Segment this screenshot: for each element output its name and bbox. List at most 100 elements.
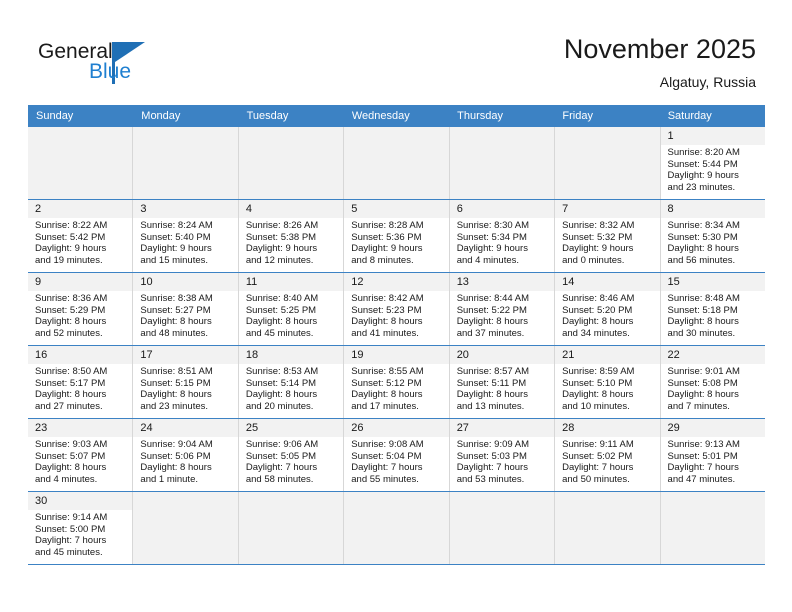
day-sunrise-text: Sunrise: 8:32 AM — [562, 220, 635, 231]
day-sun-info: Sunrise: 8:20 AM Sunset: 5:44 PM Daylight:… — [661, 145, 765, 196]
calendar-day-cell[interactable]: 5 Sunrise: 8:28 AM Sunset: 5:36 PM Daylight… — [344, 200, 450, 272]
calendar-day-cell[interactable]: 28 Sunrise: 9:11 AM Sunset: 5:02 PM Dayligh… — [555, 419, 661, 491]
calendar-day-cell[interactable]: 27 Sunrise: 9:09 AM Sunset: 5:03 PM Dayligh… — [449, 419, 556, 491]
day-number: 18 — [238, 346, 344, 364]
calendar-day-cell[interactable]: 10 Sunrise: 8:38 AM Sunset: 5:27 PM Dayligh… — [133, 273, 239, 345]
day-sun-info: Sunrise: 8:32 AM Sunset: 5:32 PM Daylight:… — [555, 218, 659, 269]
calendar-day-cell[interactable]: 22 Sunrise: 9:01 AM Sunset: 5:08 PM Dayligh… — [660, 346, 765, 418]
calendar-day-cell[interactable]: 13 Sunrise: 8:44 AM Sunset: 5:22 PM Dayligh… — [449, 273, 556, 345]
day-sun-info: Sunrise: 8:22 AM Sunset: 5:42 PM Daylight:… — [28, 218, 132, 269]
day-sun-info: Sunrise: 9:01 AM Sunset: 5:08 PM Daylight:… — [661, 364, 765, 415]
day-sun-info: Sunrise: 9:08 AM Sunset: 5:04 PM Daylight:… — [344, 437, 448, 488]
day-sunset-text: Sunset: 5:25 PM — [245, 304, 317, 316]
day-number: 25 — [238, 419, 344, 437]
day-sunrise-text: Sunrise: 8:24 AM — [140, 220, 213, 231]
day-number: 14 — [555, 273, 660, 291]
day-sunset-text: Sunset: 5:30 PM — [667, 231, 738, 243]
day-sunrise-text: Sunrise: 8:40 AM — [245, 293, 319, 304]
day-daylight1-text: Daylight: 8 hours — [35, 389, 107, 401]
day-daylight2-text: and 1 minute. — [140, 473, 198, 485]
day-daylight2-text: and 23 minutes. — [667, 181, 736, 193]
calendar-day-cell[interactable]: 7 Sunrise: 8:32 AM Sunset: 5:32 PM Daylight… — [555, 200, 661, 272]
calendar-day-cell[interactable]: 29 Sunrise: 9:13 AM Sunset: 5:01 PM Dayligh… — [660, 419, 765, 491]
day-sunrise-text: Sunrise: 8:53 AM — [245, 366, 319, 377]
day-daylight2-text: and 50 minutes. — [562, 473, 630, 485]
generalblue-logo[interactable]: General Blue — [38, 41, 218, 89]
day-daylight2-text: and 53 minutes. — [456, 473, 525, 485]
day-number: 28 — [555, 419, 660, 437]
calendar-day-cell[interactable]: 11 Sunrise: 8:40 AM Sunset: 5:25 PM Dayligh… — [238, 273, 345, 345]
day-number: 15 — [660, 273, 765, 291]
calendar-day-cell[interactable]: 4 Sunrise: 8:26 AM Sunset: 5:38 PM Daylight… — [238, 200, 345, 272]
day-daylight1-text: Daylight: 8 hours — [245, 389, 318, 401]
calendar-day-cell[interactable]: 9 Sunrise: 8:36 AM Sunset: 5:29 PM Daylight… — [28, 273, 134, 345]
day-sunset-text: Sunset: 5:01 PM — [667, 450, 738, 462]
day-sunrise-text: Sunrise: 8:48 AM — [667, 293, 740, 304]
day-daylight2-text: and 47 minutes. — [667, 473, 736, 485]
day-sunset-text: Sunset: 5:10 PM — [562, 377, 633, 389]
day-sunrise-text: Sunrise: 9:03 AM — [35, 439, 108, 450]
calendar-cell-empty — [28, 127, 134, 199]
day-number: 23 — [28, 419, 133, 437]
day-sun-info: Sunrise: 8:34 AM Sunset: 5:30 PM Daylight:… — [661, 218, 765, 269]
calendar-day-cell[interactable]: 8 Sunrise: 8:34 AM Sunset: 5:30 PM Daylight… — [660, 200, 765, 272]
day-sunset-text: Sunset: 5:20 PM — [562, 304, 633, 316]
day-number: 19 — [344, 346, 449, 364]
day-daylight2-text: and 48 minutes. — [140, 327, 209, 339]
calendar-day-cell[interactable]: 21 Sunrise: 8:59 AM Sunset: 5:10 PM Dayligh… — [555, 346, 661, 418]
calendar-day-cell[interactable]: 20 Sunrise: 8:57 AM Sunset: 5:11 PM Dayligh… — [449, 346, 556, 418]
day-sunset-text: Sunset: 5:34 PM — [456, 231, 527, 243]
calendar-day-cell[interactable]: 12 Sunrise: 8:42 AM Sunset: 5:23 PM Dayligh… — [344, 273, 450, 345]
calendar-day-cell[interactable]: 17 Sunrise: 8:51 AM Sunset: 5:15 PM Dayligh… — [133, 346, 239, 418]
calendar-day-cell[interactable]: 30 Sunrise: 9:14 AM Sunset: 5:00 PM Dayligh… — [28, 492, 134, 564]
page-title: November 2025 — [563, 34, 756, 64]
day-number: 1 — [660, 127, 765, 145]
calendar-cell-empty — [238, 127, 345, 199]
day-sunset-text: Sunset: 5:40 PM — [140, 231, 211, 243]
day-daylight2-text: and 52 minutes. — [35, 327, 103, 339]
calendar-week-row: 23 Sunrise: 9:03 AM Sunset: 5:07 PM Dayligh… — [28, 419, 765, 492]
day-daylight1-text: Daylight: 8 hours — [351, 316, 423, 328]
day-sunrise-text: Sunrise: 8:30 AM — [456, 220, 530, 231]
calendar-day-cell[interactable]: 26 Sunrise: 9:08 AM Sunset: 5:04 PM Dayligh… — [344, 419, 450, 491]
calendar-day-cell[interactable]: 3 Sunrise: 8:24 AM Sunset: 5:40 PM Daylight… — [133, 200, 239, 272]
day-daylight2-text: and 4 minutes. — [35, 473, 98, 485]
day-number: 8 — [660, 200, 765, 218]
calendar-cell-empty — [344, 127, 450, 199]
calendar-day-cell[interactable]: 2 Sunrise: 8:22 AM Sunset: 5:42 PM Daylight… — [28, 200, 134, 272]
calendar-day-cell[interactable]: 19 Sunrise: 8:55 AM Sunset: 5:12 PM Dayligh… — [344, 346, 450, 418]
calendar-day-cell[interactable]: 16 Sunrise: 8:50 AM Sunset: 5:17 PM Dayligh… — [28, 346, 134, 418]
calendar-day-cell[interactable]: 25 Sunrise: 9:06 AM Sunset: 5:05 PM Dayligh… — [238, 419, 345, 491]
day-sun-info: Sunrise: 8:51 AM Sunset: 5:15 PM Daylight:… — [133, 364, 237, 415]
day-number: 16 — [28, 346, 133, 364]
weekday-header-tuesday: Tuesday — [246, 110, 289, 122]
day-sunset-text: Sunset: 5:36 PM — [351, 231, 422, 243]
day-sun-info: Sunrise: 9:03 AM Sunset: 5:07 PM Daylight:… — [28, 437, 132, 488]
calendar-day-cell[interactable]: 6 Sunrise: 8:30 AM Sunset: 5:34 PM Daylight… — [449, 200, 556, 272]
calendar-day-cell[interactable]: 18 Sunrise: 8:53 AM Sunset: 5:14 PM Dayligh… — [238, 346, 345, 418]
day-sunrise-text: Sunrise: 8:26 AM — [245, 220, 319, 231]
day-sun-info: Sunrise: 9:11 AM Sunset: 5:02 PM Daylight:… — [555, 437, 659, 488]
calendar-day-cell[interactable]: 1 Sunrise: 8:20 AM Sunset: 5:44 PM Daylight… — [660, 127, 765, 199]
day-sunrise-text: Sunrise: 8:20 AM — [667, 147, 740, 158]
day-daylight1-text: Daylight: 8 hours — [35, 316, 107, 328]
calendar-day-cell[interactable]: 23 Sunrise: 9:03 AM Sunset: 5:07 PM Dayligh… — [28, 419, 134, 491]
day-number: 30 — [28, 492, 133, 510]
day-sunset-text: Sunset: 5:29 PM — [35, 304, 106, 316]
day-sun-info: Sunrise: 9:04 AM Sunset: 5:06 PM Daylight:… — [133, 437, 237, 488]
calendar-day-cell[interactable]: 24 Sunrise: 9:04 AM Sunset: 5:06 PM Dayligh… — [133, 419, 239, 491]
day-sun-info: Sunrise: 8:57 AM Sunset: 5:11 PM Daylight:… — [450, 364, 554, 415]
day-number: 11 — [238, 273, 344, 291]
calendar-day-cell[interactable]: 15 Sunrise: 8:48 AM Sunset: 5:18 PM Dayligh… — [660, 273, 765, 345]
calendar-week-row: 16 Sunrise: 8:50 AM Sunset: 5:17 PM Dayligh… — [28, 346, 765, 419]
day-number — [449, 492, 555, 510]
day-daylight2-text: and 41 minutes. — [351, 327, 419, 339]
day-daylight2-text: and 0 minutes. — [562, 254, 625, 266]
day-number: 2 — [28, 200, 133, 218]
calendar-cell-empty — [449, 127, 556, 199]
calendar-day-cell[interactable]: 14 Sunrise: 8:46 AM Sunset: 5:20 PM Dayligh… — [555, 273, 661, 345]
day-sunrise-text: Sunrise: 8:55 AM — [351, 366, 424, 377]
day-daylight2-text: and 13 minutes. — [456, 400, 525, 412]
weekday-header-row: Sunday Monday Tuesday Wednesday Thursday Frid… — [28, 105, 765, 127]
day-daylight1-text: Daylight: 9 hours — [35, 243, 107, 255]
